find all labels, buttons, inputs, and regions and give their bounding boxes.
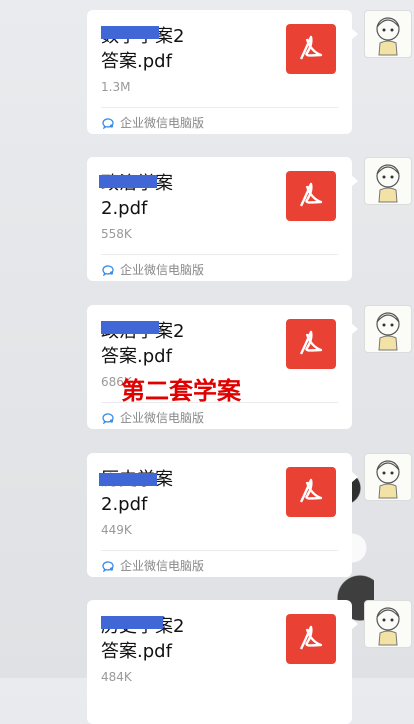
file-card[interactable]: 政治学案 2.pdf 558K 企业微信电脑版 — [87, 157, 358, 281]
redaction-bar — [101, 26, 159, 39]
redaction-bar — [101, 321, 159, 334]
source-label: 企业微信电脑版 — [101, 557, 204, 574]
divider — [101, 550, 338, 551]
avatar[interactable] — [364, 305, 412, 353]
redaction-bar — [99, 175, 157, 188]
overlay-annotation: 第二套学案 — [121, 376, 241, 405]
file-message[interactable]: 历史学案2 答案.pdf 484K — [87, 600, 358, 724]
file-card[interactable]: 数学学案2 答案.pdf 1.3M 企业微信电脑版 — [87, 10, 358, 134]
file-size: 1.3M — [101, 80, 131, 94]
file-card[interactable]: 政治学案2 答案.pdf 686K 企业微信电脑版 — [87, 305, 358, 429]
pdf-icon — [286, 171, 336, 221]
file-size: 484K — [101, 670, 132, 684]
source-text: 企业微信电脑版 — [120, 559, 205, 573]
pdf-icon — [286, 319, 336, 369]
divider — [101, 254, 338, 255]
file-message[interactable]: 数学学案2 答案.pdf 1.3M 企业微信电脑版 — [87, 10, 358, 134]
pdf-icon — [286, 24, 336, 74]
avatar[interactable] — [364, 157, 412, 205]
wecom-icon — [102, 117, 114, 129]
file-size: 558K — [101, 227, 132, 241]
avatar[interactable] — [364, 10, 412, 58]
source-label: 企业微信电脑版 — [101, 409, 204, 426]
source-label: 企业微信电脑版 — [101, 261, 204, 278]
file-card[interactable]: 历史学案 2.pdf 449K 企业微信电脑版 — [87, 453, 358, 577]
file-message[interactable]: 政治学案 2.pdf 558K 企业微信电脑版 — [87, 157, 358, 281]
file-size: 449K — [101, 523, 132, 537]
source-text: 企业微信电脑版 — [120, 116, 205, 130]
source-label: 企业微信电脑版 — [101, 114, 204, 131]
avatar[interactable] — [364, 600, 412, 648]
wecom-icon — [102, 412, 114, 424]
file-message[interactable]: 政治学案2 答案.pdf 686K 企业微信电脑版 — [87, 305, 358, 429]
pdf-icon — [286, 467, 336, 517]
source-text: 企业微信电脑版 — [120, 263, 205, 277]
file-message[interactable]: 历史学案 2.pdf 449K 企业微信电脑版 — [87, 453, 358, 577]
redaction-bar — [99, 473, 157, 486]
source-text: 企业微信电脑版 — [120, 411, 205, 425]
file-card[interactable]: 历史学案2 答案.pdf 484K — [87, 600, 358, 724]
wecom-icon — [102, 264, 114, 276]
divider — [101, 107, 338, 108]
redaction-bar — [101, 616, 163, 629]
wecom-icon — [102, 560, 114, 572]
avatar[interactable] — [364, 453, 412, 501]
pdf-icon — [286, 614, 336, 664]
